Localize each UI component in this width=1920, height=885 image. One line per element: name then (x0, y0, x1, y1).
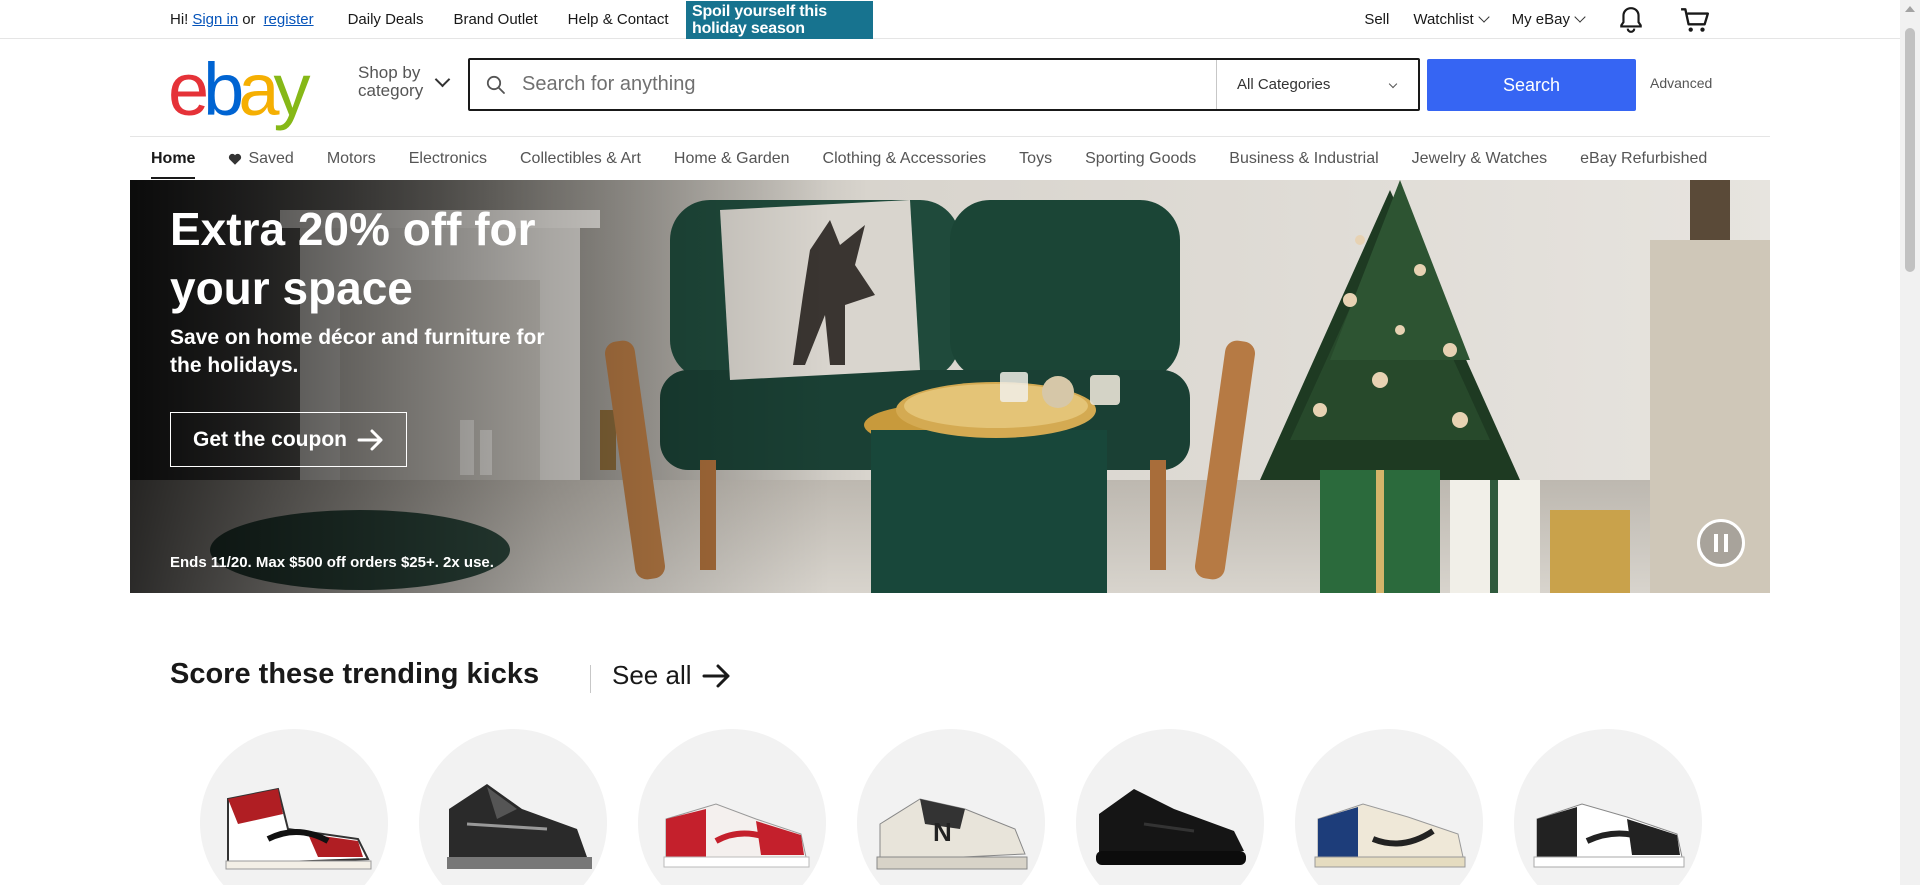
my-ebay-menu[interactable]: My eBay (1511, 11, 1586, 28)
sneaker-red-white-high-image (225, 787, 372, 870)
search-bar: All Categories (468, 58, 1420, 111)
scrollbar-thumb[interactable] (1905, 28, 1915, 272)
watchlist-label: Watchlist (1413, 11, 1474, 28)
sneaker-item[interactable] (1514, 729, 1702, 885)
cart-icon (1681, 7, 1710, 32)
nav-item-label: Saved (248, 149, 294, 167)
nav-item-ebay-refurbished[interactable]: eBay Refurbished (1580, 137, 1707, 181)
or-text: or (242, 11, 256, 28)
page-scrollbar[interactable] (1900, 0, 1920, 885)
shop-by-category-button[interactable]: Shop by category (358, 64, 451, 100)
sneaker-red-white-low-image (663, 803, 810, 868)
svg-text:N: N (933, 817, 952, 847)
section-title: Score these trending kicks (170, 658, 540, 690)
watchlist-menu[interactable]: Watchlist (1413, 11, 1490, 28)
heart-icon (229, 153, 242, 165)
category-text: category (358, 81, 424, 100)
daily-deals-link[interactable]: Daily Deals (348, 11, 424, 28)
ebay-homepage: Hi! Sign in or register Daily Deals Bran… (0, 0, 1920, 885)
shop-by-category-label: Shop by category (358, 64, 423, 100)
banner-subtitle: Save on home décor and furniture for the… (170, 326, 545, 377)
brand-outlet-link[interactable]: Brand Outlet (453, 11, 537, 28)
sneaker-item[interactable] (638, 729, 826, 885)
divider (590, 665, 591, 693)
nav-item-sporting-goods[interactable]: Sporting Goods (1085, 137, 1196, 181)
chevron-down-icon (434, 71, 451, 87)
header: ebay Shop by category All Categories Sea… (0, 40, 1900, 136)
category-select-value: All Categories (1237, 76, 1331, 93)
nav-item-motors[interactable]: Motors (327, 137, 376, 181)
search-icon (486, 75, 505, 94)
chevron-down-icon (1388, 79, 1398, 89)
get-coupon-button[interactable]: Get the coupon (170, 412, 407, 467)
hero-banner[interactable]: Extra 20% off for your space Save on hom… (130, 180, 1770, 593)
sneaker-item[interactable]: N (857, 729, 1045, 885)
sneaker-item[interactable] (419, 729, 607, 885)
bell-icon (1620, 6, 1642, 33)
nav-item-home-garden[interactable]: Home & Garden (674, 137, 790, 181)
see-all-link[interactable]: See all (612, 660, 732, 691)
pause-button[interactable] (1697, 519, 1745, 567)
trending-kicks-carousel: N (200, 729, 1733, 885)
greeting-text: Hi! (170, 11, 189, 28)
arrow-right-icon (357, 429, 383, 450)
top-bar-left: Hi! Sign in or register Daily Deals Bran… (170, 0, 669, 39)
search-icon-wrap (470, 60, 522, 109)
logo-letter-y: y (273, 48, 310, 131)
help-contact-link[interactable]: Help & Contact (568, 11, 669, 28)
cart-button[interactable] (1680, 6, 1710, 34)
arrow-right-icon (702, 664, 729, 687)
scroll-up-arrow-icon[interactable] (1905, 6, 1915, 12)
search-button[interactable]: Search (1427, 59, 1636, 111)
sneaker-black-white-panda-image (1533, 803, 1685, 868)
banner-fine-print: Ends 11/20. Max $500 off orders $25+. 2x… (170, 554, 494, 571)
sneaker-blue-cream-image (1314, 803, 1466, 868)
sign-in-link[interactable]: Sign in (192, 11, 238, 28)
shop-by-text: Shop by (358, 63, 421, 82)
nav-item-saved[interactable]: Saved (228, 137, 294, 181)
ebay-logo[interactable]: ebay (168, 48, 310, 131)
nav-item-business-industrial[interactable]: Business & Industrial (1229, 137, 1378, 181)
nav-item-home[interactable]: Home (151, 137, 196, 181)
sneaker-item[interactable] (1295, 729, 1483, 885)
nav-item-jewelry-watches[interactable]: Jewelry & Watches (1412, 137, 1547, 181)
nav-item-collectibles-art[interactable]: Collectibles & Art (520, 137, 641, 181)
category-select[interactable]: All Categories (1216, 60, 1418, 109)
see-all-label: See all (612, 660, 692, 690)
logo-letter-e: e (168, 48, 209, 131)
nav-item-clothing-accessories[interactable]: Clothing & Accessories (823, 137, 987, 181)
logo-letter-b: b (203, 48, 244, 131)
banner-title: Extra 20% off for your space (170, 203, 536, 314)
top-bar: Hi! Sign in or register Daily Deals Bran… (0, 0, 1900, 39)
sell-label: Sell (1364, 11, 1390, 28)
sneaker-item[interactable] (200, 729, 388, 885)
category-nav: Home Saved Motors Electronics Collectibl… (130, 136, 1770, 180)
chevron-down-icon (1574, 11, 1586, 23)
pause-icon-bar (1714, 534, 1718, 552)
register-link[interactable]: register (264, 11, 314, 28)
get-coupon-label: Get the coupon (193, 427, 347, 451)
sneaker-cream-new-balance-image: N (876, 798, 1028, 870)
sneaker-item[interactable] (1076, 729, 1264, 885)
advanced-search-link[interactable]: Advanced (1650, 75, 1712, 91)
pause-icon-bar (1724, 534, 1728, 552)
nav-item-electronics[interactable]: Electronics (409, 137, 487, 181)
sell-link[interactable]: Sell (1364, 11, 1389, 28)
logo-letter-a: a (238, 48, 279, 131)
sneaker-black-gray-image (447, 784, 592, 869)
my-ebay-label: My eBay (1511, 11, 1570, 28)
top-bar-right: Sell Watchlist My eBay (1340, 0, 1710, 39)
sneaker-all-black-image (1096, 789, 1246, 865)
nav-item-toys[interactable]: Toys (1019, 137, 1052, 181)
holiday-promo-banner[interactable]: Spoil yourself this holiday season (686, 1, 873, 39)
chevron-down-icon (1477, 11, 1490, 23)
search-input[interactable] (522, 60, 1216, 109)
notifications-button[interactable] (1618, 6, 1644, 34)
